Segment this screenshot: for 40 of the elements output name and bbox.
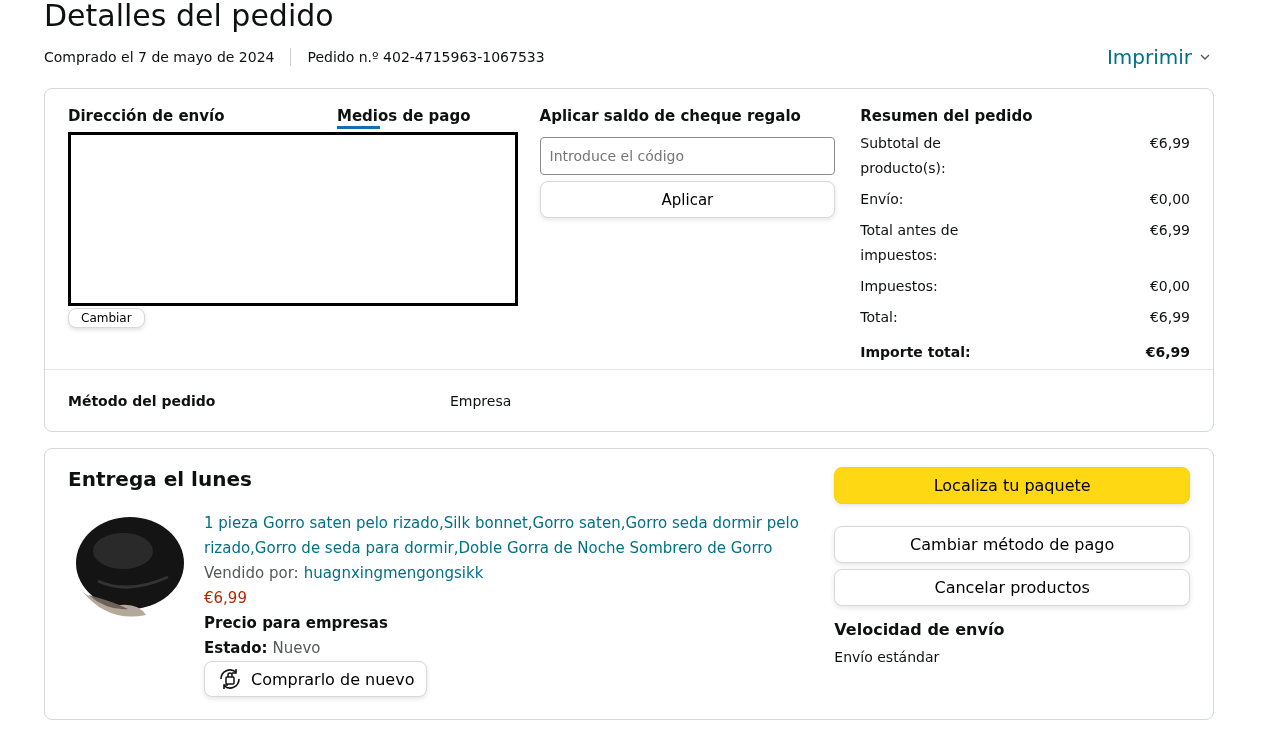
gift-card-heading: Aplicar saldo de cheque regalo <box>539 107 802 125</box>
buy-again-button[interactable]: Comprarlo de nuevo <box>204 661 428 697</box>
chevron-icon <box>1200 54 1210 60</box>
payment-tab[interactable]: Medios de pago <box>337 107 471 132</box>
item-price: €6,99 <box>204 588 248 609</box>
delivery-heading: Entrega el lunes <box>68 467 253 491</box>
page-title: Detalles del pedido <box>44 0 335 32</box>
sold-by-label: Vendido por: <box>204 563 299 584</box>
condition-value: Nuevo <box>272 638 321 659</box>
summary-label: Total: <box>860 308 899 327</box>
action-button[interactable]: Cancelar productos <box>834 569 1190 606</box>
summary-label: Envío: <box>860 190 905 209</box>
order-number: Pedido n.º 402-4715963-1067533 <box>307 49 545 65</box>
shipping-heading: Dirección de envío <box>68 107 226 127</box>
summary-label: Total antes de impuestos: <box>860 221 960 265</box>
action-button[interactable]: Cambiar método de pago <box>834 526 1190 563</box>
code-field[interactable]: Introduce el código <box>539 137 836 175</box>
condition-label: Estado: <box>204 638 268 659</box>
summary-value: €6,99 <box>1149 134 1190 153</box>
summary-heading: Resumen del pedido <box>860 107 1034 125</box>
summary-label: Subtotal de producto(s): <box>860 134 947 178</box>
business-price: Precio para empresas <box>204 613 389 634</box>
summary-value: €6,99 <box>1149 221 1190 240</box>
summary-value: €6,99 <box>1149 308 1190 327</box>
shipping-speed-heading: Velocidad de envío <box>834 620 1006 639</box>
print-menu[interactable]: Imprimir <box>1106 45 1210 69</box>
shipping-speed: Envío estándar <box>834 649 941 665</box>
summary-value: €6,99 <box>1145 343 1190 362</box>
summary-label: Importe total: <box>860 343 972 362</box>
action-button[interactable]: Localiza tu paquete <box>834 467 1190 504</box>
summary-value: €0,00 <box>1149 277 1190 296</box>
seller-link[interactable]: huagnxingmengongsikk <box>303 561 484 586</box>
order-method-label: Método del pedido <box>68 392 217 409</box>
apply-button[interactable]: Aplicar <box>539 181 836 218</box>
order-method-value: Empresa <box>450 392 512 409</box>
summary-value: €0,00 <box>1149 190 1190 209</box>
purchase-date: Comprado el 7 de mayo de 2024 <box>44 49 275 65</box>
change-button[interactable]: Cambiar <box>68 308 145 328</box>
summary-label: Impuestos: <box>860 277 939 296</box>
reorder-icon <box>217 666 243 692</box>
